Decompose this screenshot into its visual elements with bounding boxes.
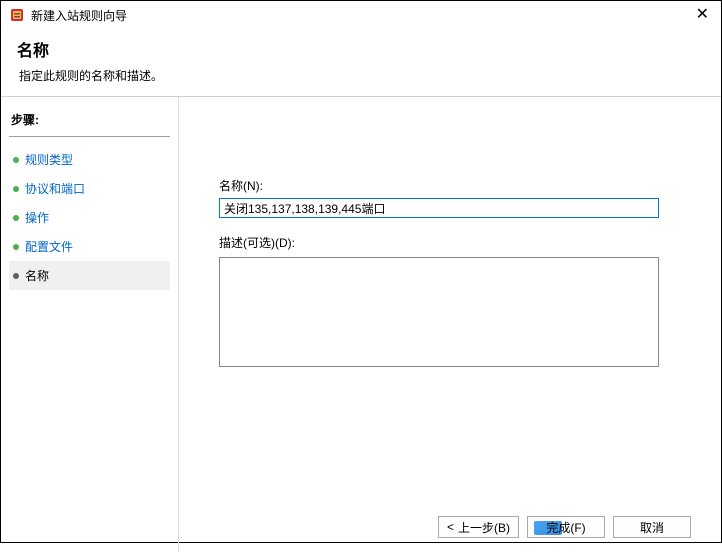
sidebar-item-protocol-port[interactable]: 协议和端口	[9, 174, 170, 203]
app-icon	[9, 7, 25, 23]
sidebar-title: 步骤:	[9, 107, 170, 132]
finish-button[interactable]: 完成(F)	[527, 516, 605, 538]
titlebar-left: 新建入站规则向导	[9, 7, 127, 24]
titlebar: 新建入站规则向导 ✕	[1, 1, 721, 29]
step-label: 协议和端口	[25, 180, 85, 197]
sidebar-divider	[9, 136, 170, 137]
bullet-icon	[13, 215, 19, 221]
sidebar-item-name[interactable]: 名称	[9, 261, 170, 290]
back-button-label: 上一步(B)	[458, 519, 510, 536]
main-panel: 名称(N): 描述(可选)(D): 上一步(B) 完成(F) 取消	[179, 97, 721, 552]
header: 名称 指定此规则的名称和描述。	[1, 29, 721, 96]
finish-button-label: 完成(F)	[546, 519, 585, 536]
bullet-icon	[13, 157, 19, 163]
page-title: 名称	[17, 37, 705, 61]
sidebar-item-action[interactable]: 操作	[9, 203, 170, 232]
sidebar-item-profile[interactable]: 配置文件	[9, 232, 170, 261]
close-icon[interactable]: ✕	[692, 7, 713, 23]
button-row: 上一步(B) 完成(F) 取消	[438, 516, 691, 538]
step-label: 操作	[25, 209, 49, 226]
desc-field-group: 描述(可选)(D):	[219, 234, 691, 370]
bullet-icon	[13, 244, 19, 250]
back-button[interactable]: 上一步(B)	[438, 516, 519, 538]
name-label: 名称(N):	[219, 177, 691, 194]
cancel-button-label: 取消	[640, 519, 664, 536]
cancel-button[interactable]: 取消	[613, 516, 691, 538]
step-label: 配置文件	[25, 238, 73, 255]
bullet-icon	[13, 186, 19, 192]
name-field-group: 名称(N):	[219, 177, 691, 218]
step-label: 名称	[25, 267, 49, 284]
desc-textarea[interactable]	[219, 257, 659, 367]
desc-label: 描述(可选)(D):	[219, 234, 691, 251]
page-description: 指定此规则的名称和描述。	[17, 67, 705, 84]
sidebar-item-rule-type[interactable]: 规则类型	[9, 145, 170, 174]
name-input[interactable]	[219, 198, 659, 218]
sidebar: 步骤: 规则类型 协议和端口 操作 配置文件 名称	[1, 97, 179, 552]
bullet-icon	[13, 273, 19, 279]
step-label: 规则类型	[25, 151, 73, 168]
window-title: 新建入站规则向导	[31, 7, 127, 24]
content: 步骤: 规则类型 协议和端口 操作 配置文件 名称 名称(N): 描述(可选)	[1, 97, 721, 552]
